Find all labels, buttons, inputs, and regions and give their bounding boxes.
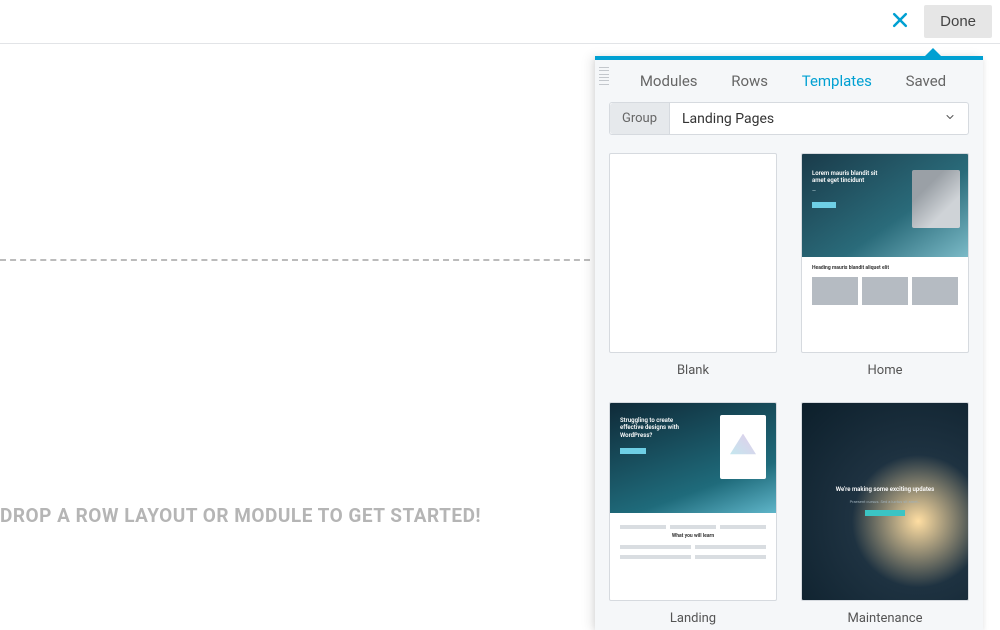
- template-caption: Blank: [609, 363, 777, 378]
- group-selected-value: Landing Pages: [682, 111, 774, 127]
- clipped-text-fragment: e: [0, 222, 1, 246]
- content-panel: Modules Rows Templates Saved Group Landi…: [595, 56, 983, 630]
- template-item-home[interactable]: Lorem mauris blandit sit amet eget tinci…: [801, 153, 969, 378]
- tab-saved[interactable]: Saved: [906, 72, 947, 90]
- tab-templates[interactable]: Templates: [802, 72, 872, 90]
- group-filter: Group Landing Pages: [609, 102, 969, 135]
- template-item-maintenance[interactable]: We're making some exciting updates Praes…: [801, 402, 969, 627]
- template-item-blank[interactable]: Blank: [609, 153, 777, 378]
- templates-grid: Blank Lorem mauris blandit sit amet eget…: [609, 153, 969, 626]
- group-select[interactable]: Landing Pages: [670, 103, 968, 134]
- template-preview-maintenance: We're making some exciting updates Praes…: [801, 402, 969, 602]
- close-panel-button[interactable]: [884, 6, 916, 38]
- preview-text: What you will learn: [620, 533, 766, 539]
- preview-image-shape: [812, 277, 858, 305]
- preview-card-shape: [720, 415, 766, 479]
- preview-image-shape: [862, 277, 908, 305]
- empty-canvas-message: DROP A ROW LAYOUT OR MODULE TO GET START…: [0, 504, 481, 527]
- template-item-landing[interactable]: Struggling to create effective designs w…: [609, 402, 777, 627]
- template-caption: Home: [801, 363, 969, 378]
- preview-text: Praesent cursus. Sed a luctus sit amet…: [850, 499, 921, 504]
- preview-image-shape: [912, 170, 960, 228]
- canvas-divider: [0, 259, 590, 261]
- template-caption: Landing: [609, 611, 777, 626]
- group-filter-label: Group: [610, 103, 670, 134]
- template-preview-home: Lorem mauris blandit sit amet eget tinci…: [801, 153, 969, 353]
- top-toolbar: Done: [0, 0, 1000, 44]
- panel-pointer-arrow: [923, 48, 943, 58]
- preview-button-shape: [812, 202, 836, 208]
- tab-rows[interactable]: Rows: [731, 72, 768, 90]
- tab-modules[interactable]: Modules: [640, 72, 698, 90]
- templates-scroll-region[interactable]: Blank Lorem mauris blandit sit amet eget…: [595, 149, 983, 630]
- template-caption: Maintenance: [801, 611, 969, 626]
- panel-drag-handle[interactable]: [599, 66, 609, 86]
- template-preview-landing: Struggling to create effective designs w…: [609, 402, 777, 602]
- preview-button-shape: [865, 510, 905, 516]
- preview-button-shape: [620, 448, 646, 454]
- panel-tabs: Modules Rows Templates Saved: [595, 60, 983, 102]
- preview-image-shape: [912, 277, 958, 305]
- preview-text: Struggling to create effective designs w…: [620, 417, 680, 440]
- preview-text: We're making some exciting updates: [836, 486, 934, 493]
- preview-text: Heading mauris blandit aliquet elit: [812, 265, 958, 271]
- close-icon: [890, 10, 910, 34]
- done-button[interactable]: Done: [924, 5, 992, 38]
- chevron-down-icon: [944, 111, 956, 127]
- template-preview-blank: [609, 153, 777, 353]
